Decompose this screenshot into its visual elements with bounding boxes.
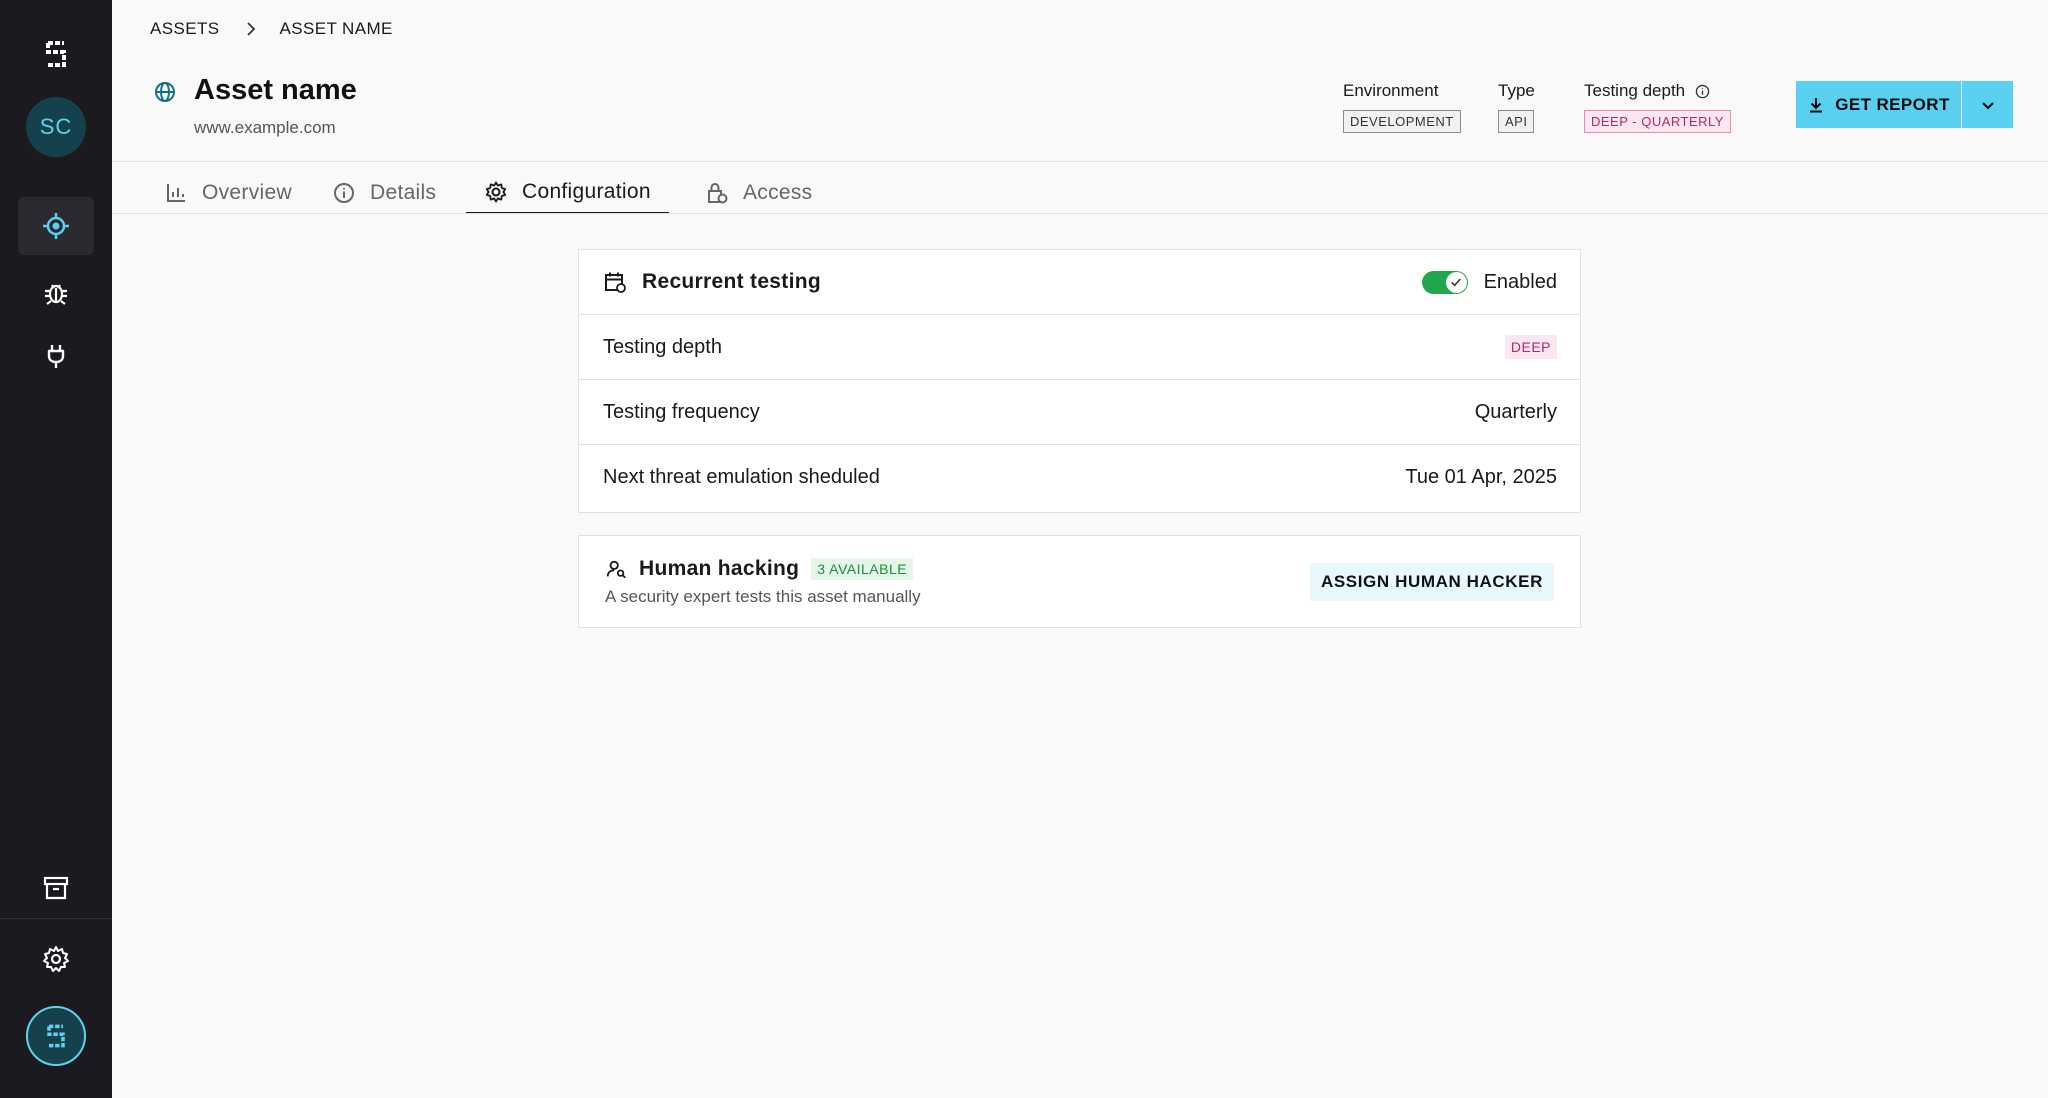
check-icon: [1451, 278, 1461, 287]
next-emulation-row: Next threat emulation sheduled Tue 01 Ap…: [579, 445, 1580, 510]
info-icon: [334, 183, 354, 203]
environment-badge: DEVELOPMENT: [1343, 110, 1461, 133]
toggle-knob: [1445, 271, 1467, 293]
get-report-button[interactable]: GET REPORT: [1796, 81, 1961, 128]
sidebar-divider: [0, 918, 112, 919]
testing-depth-badge: DEEP - QUARTERLY: [1584, 110, 1731, 133]
testing-frequency-label: Testing frequency: [603, 400, 760, 423]
chevron-right-icon: [247, 22, 256, 36]
testing-depth-row: Testing depth DEEP: [579, 315, 1580, 380]
calendar-repeat-icon: [605, 272, 626, 293]
tab-access-label: Access: [743, 181, 813, 204]
get-report-label: GET REPORT: [1835, 94, 1950, 114]
sidebar-item-archive[interactable]: [18, 859, 94, 917]
testing-frequency-row: Testing frequency Quarterly: [579, 380, 1580, 445]
human-hacking-card: Human hacking 3 AVAILABLE A security exp…: [578, 535, 1581, 628]
gear-icon: [43, 946, 69, 972]
archive-icon: [43, 876, 69, 900]
page-title: Asset name: [194, 74, 357, 106]
tab-overview-label: Overview: [202, 181, 292, 204]
meta-type: Type API: [1498, 81, 1535, 133]
recurrent-testing-card: Recurrent testing Enabled Testing depth …: [578, 249, 1581, 513]
breadcrumb-assets[interactable]: ASSETS: [150, 19, 219, 39]
globe-icon: [155, 82, 175, 102]
meta-environment-label: Environment: [1343, 81, 1439, 100]
sidebar-item-settings[interactable]: [18, 930, 94, 988]
recurrent-testing-toggle[interactable]: [1421, 270, 1468, 294]
header-divider: [112, 161, 2048, 162]
sidebar: SC: [0, 0, 112, 1098]
testing-frequency-value: Quarterly: [1474, 400, 1557, 423]
avatar-initials: SC: [39, 114, 73, 139]
testing-depth-row-label: Testing depth: [603, 335, 722, 358]
toggle-label: Enabled: [1483, 270, 1557, 293]
assign-human-hacker-button[interactable]: ASSIGN HUMAN HACKER: [1309, 562, 1554, 601]
download-icon: [1810, 97, 1823, 112]
tab-details-label: Details: [370, 181, 437, 204]
breadcrumb: ASSETS ASSET NAME: [150, 19, 393, 39]
asset-url: www.example.com: [194, 118, 336, 137]
tabs-divider: [112, 213, 2048, 214]
testing-depth-label: Testing depth: [1584, 81, 1686, 100]
workspace-logo[interactable]: [26, 1006, 86, 1066]
sidebar-item-vulnerabilities[interactable]: [18, 263, 94, 321]
bug-icon: [45, 284, 67, 305]
chevron-down-icon: [1981, 101, 1994, 109]
next-emulation-label: Next threat emulation sheduled: [603, 466, 880, 488]
sidebar-item-targets[interactable]: [18, 197, 94, 255]
human-hacking-title: Human hacking: [639, 556, 800, 580]
tab-overview[interactable]: Overview: [164, 172, 292, 214]
info-icon[interactable]: [1695, 84, 1710, 99]
crosshair-icon: [43, 213, 69, 239]
meta-environment: Environment DEVELOPMENT: [1343, 81, 1461, 133]
lock-icon: [708, 182, 728, 204]
next-emulation-value: Tue 01 Apr, 2025: [1405, 466, 1557, 488]
report-options-button[interactable]: [1962, 81, 2013, 128]
meta-testing-depth: Testing depth DEEP - QUARTERLY: [1584, 81, 1731, 133]
breadcrumb-current: ASSET NAME: [279, 19, 393, 38]
logo-icon[interactable]: [40, 38, 72, 70]
bar-chart-icon: [167, 184, 185, 202]
plug-icon: [47, 345, 65, 368]
meta-testing-depth-label: Testing depth: [1584, 81, 1731, 101]
gear-icon: [485, 181, 507, 203]
tab-configuration[interactable]: Configuration: [466, 172, 669, 214]
type-badge: API: [1498, 110, 1535, 133]
meta-type-label: Type: [1498, 81, 1535, 100]
workspace-logo-icon: [47, 1024, 65, 1048]
human-hacking-subtitle: A security expert tests this asset manua…: [605, 586, 921, 606]
tab-access[interactable]: Access: [705, 172, 813, 214]
tab-details[interactable]: Details: [332, 172, 436, 214]
recurrent-testing-title: Recurrent testing: [642, 270, 821, 293]
user-search-icon: [606, 560, 626, 578]
avatar[interactable]: SC: [26, 97, 86, 157]
testing-depth-value: DEEP: [1504, 335, 1557, 359]
recurrent-testing-header: Recurrent testing Enabled: [579, 250, 1580, 315]
tab-configuration-label: Configuration: [522, 180, 651, 203]
available-badge: 3 AVAILABLE: [811, 557, 914, 580]
sidebar-item-integrations[interactable]: [18, 327, 94, 385]
